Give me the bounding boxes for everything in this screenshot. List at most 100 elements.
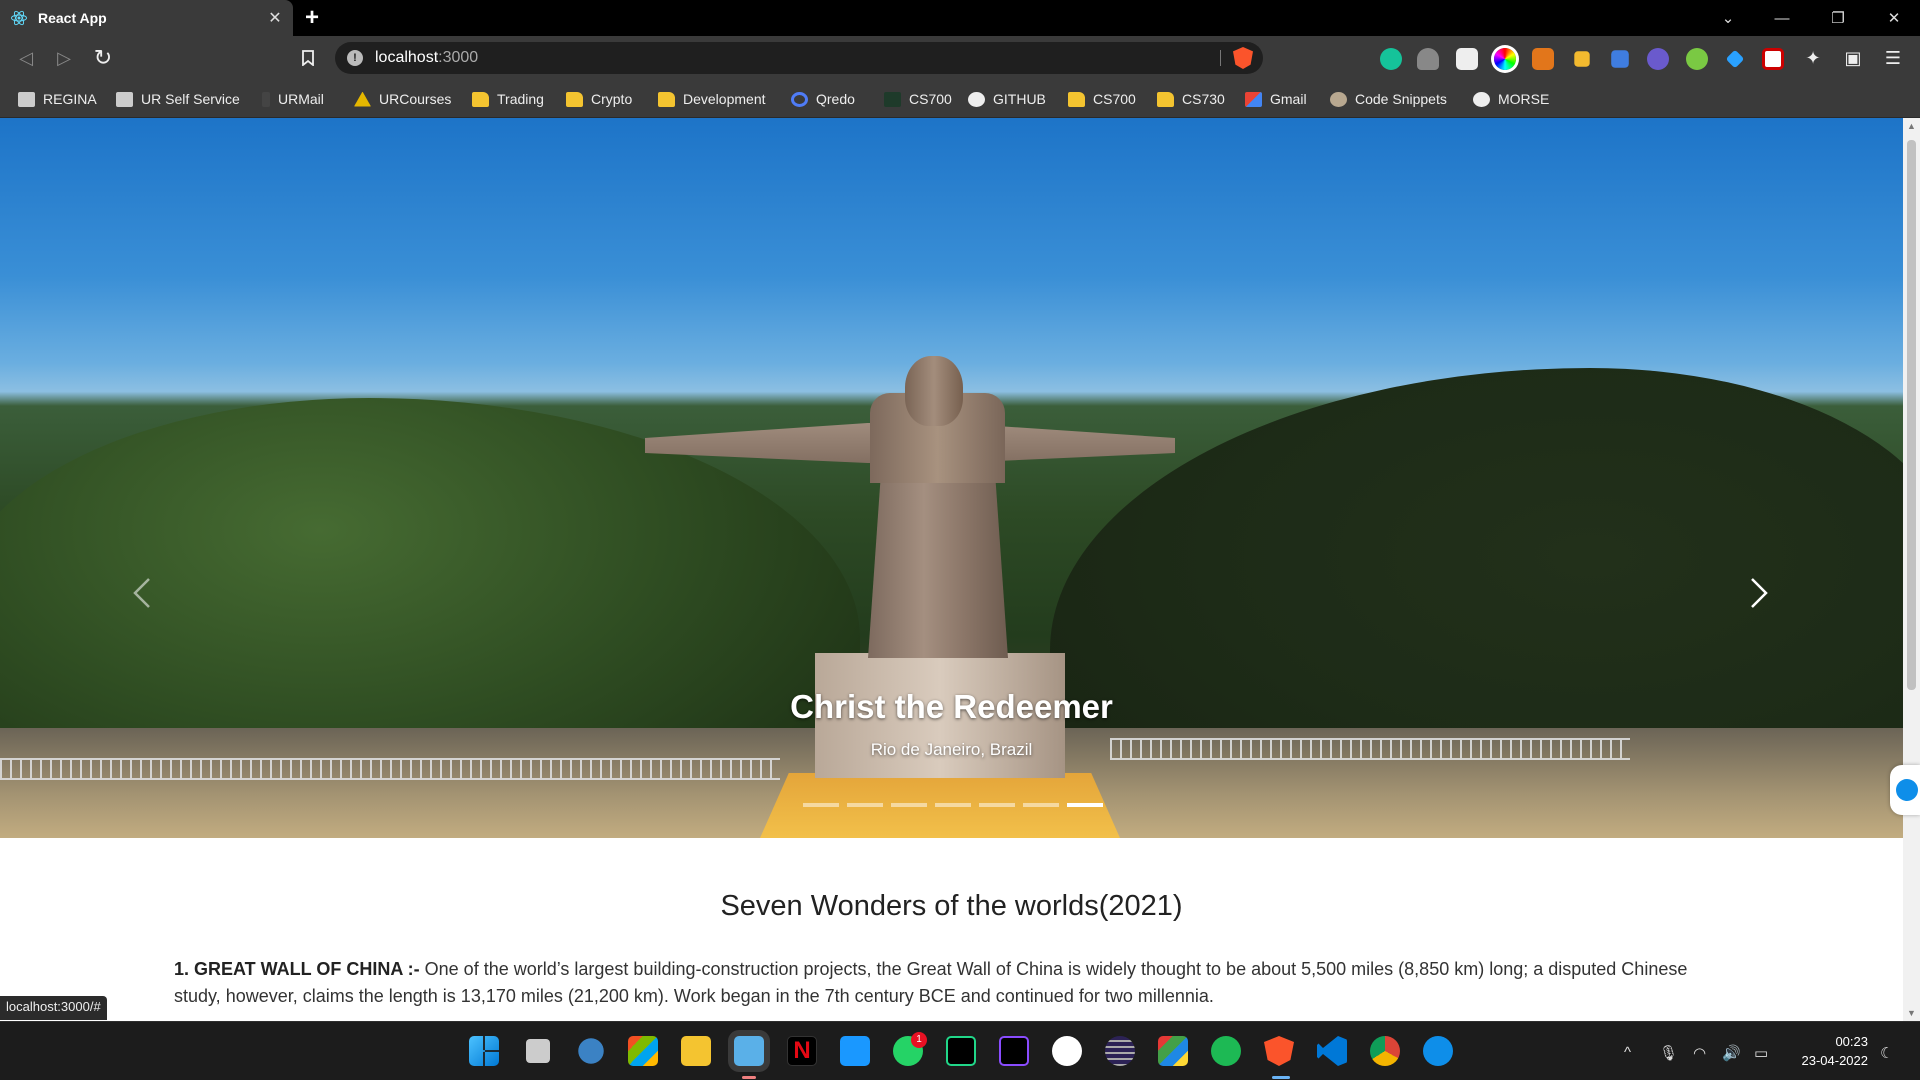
bookmark-code-snippets[interactable]: Code Snippets <box>1330 88 1447 110</box>
site-info-icon[interactable]: ! <box>347 50 363 66</box>
grammarly-extension-icon[interactable] <box>1380 48 1402 70</box>
wallet-icon[interactable]: ▣ <box>1839 44 1867 72</box>
extension-icon[interactable] <box>1762 48 1784 70</box>
tab-close-icon[interactable]: ✕ <box>267 8 283 28</box>
wonder-paragraph: 1. GREAT WALL OF CHINA :- One of the wor… <box>174 956 1734 1010</box>
teamviewer-icon[interactable] <box>1423 1036 1453 1066</box>
bookmark-regina[interactable]: REGINA <box>18 88 97 110</box>
extension-icon[interactable] <box>1611 50 1629 68</box>
tab-search-chevron-icon[interactable]: ⌄ <box>1706 0 1750 36</box>
task-view-icon[interactable] <box>526 1039 550 1063</box>
prime-video-icon[interactable] <box>840 1036 870 1066</box>
file-explorer-folder-icon[interactable] <box>681 1036 711 1066</box>
wifi-icon[interactable]: ◠ <box>1693 1044 1706 1062</box>
bookmark-qredo[interactable]: Qredo <box>791 88 855 110</box>
brave-browser-icon[interactable] <box>1264 1036 1294 1066</box>
remote-desktop-icon[interactable] <box>734 1036 764 1066</box>
bookmark-morse[interactable]: MORSE <box>1473 88 1549 110</box>
volume-icon[interactable]: 🔊 <box>1722 1044 1741 1062</box>
metamask-extension-icon[interactable] <box>1532 48 1554 70</box>
address-bar-divider <box>1220 50 1221 66</box>
bookmark-urmail[interactable]: URMail <box>262 88 324 110</box>
minimize-button[interactable]: — <box>1760 0 1804 36</box>
link-status-bubble: localhost:3000/# <box>0 996 107 1020</box>
carousel-prev-chevron-icon[interactable] <box>123 573 163 613</box>
binance-extension-icon[interactable] <box>1574 51 1590 67</box>
bookmark-folder-cs730[interactable]: CS730 <box>1157 88 1225 110</box>
settings-gear-icon[interactable] <box>578 1038 604 1064</box>
forward-button[interactable]: ▷ <box>50 44 78 72</box>
microsoft-store-icon[interactable] <box>628 1036 658 1066</box>
notifications-moon-icon[interactable]: ☾ <box>1880 1044 1893 1062</box>
carousel-caption-subtitle: Rio de Janeiro, Brazil <box>870 740 1033 759</box>
bookmark-github[interactable]: GITHUB <box>968 88 1046 110</box>
pycharm-icon[interactable] <box>946 1036 976 1066</box>
teamviewer-side-widget[interactable] <box>1890 765 1920 815</box>
clock-time: 00:23 <box>1835 1034 1868 1049</box>
scroll-down-arrow-icon[interactable]: ▼ <box>1903 1005 1920 1021</box>
carousel-indicator[interactable] <box>891 803 927 807</box>
brave-shields-icon[interactable] <box>1233 47 1253 69</box>
carousel-indicator[interactable] <box>979 803 1015 807</box>
carousel-indicator[interactable] <box>935 803 971 807</box>
browser-toolbar: ◁ ▷ ↻ ! localhost:3000 ✦ ▣ ☰ <box>0 36 1920 80</box>
extension-icon[interactable] <box>1417 48 1439 70</box>
color-picker-extension-icon[interactable] <box>1494 48 1516 70</box>
eclipse-icon[interactable] <box>1105 1036 1135 1066</box>
carousel-indicator-active[interactable] <box>1067 803 1103 807</box>
bookmark-folder-trading[interactable]: Trading <box>472 88 544 110</box>
wps-writer-icon[interactable] <box>1052 1036 1082 1066</box>
extension-icon[interactable] <box>1647 48 1669 70</box>
bookmark-cs700[interactable]: CS700 <box>884 88 952 110</box>
urcourses-favicon-icon <box>354 91 371 107</box>
extension-icon[interactable] <box>1725 49 1745 69</box>
carousel-next-chevron-icon[interactable] <box>1738 573 1778 613</box>
vscode-icon[interactable] <box>1317 1036 1347 1066</box>
back-button[interactable]: ◁ <box>12 44 40 72</box>
regina-favicon-icon <box>18 91 35 107</box>
spotify-icon[interactable] <box>1211 1036 1241 1066</box>
chrome-icon[interactable] <box>1370 1036 1400 1066</box>
bookmark-ur-self-service[interactable]: UR Self Service <box>116 88 240 110</box>
carousel-indicator[interactable] <box>1023 803 1059 807</box>
extension-icon[interactable] <box>1686 48 1708 70</box>
microphone-icon[interactable]: 🎙 <box>1659 1044 1678 1062</box>
url-port: :3000 <box>438 49 479 66</box>
whatsapp-notification-badge: 1 <box>911 1032 927 1048</box>
netflix-icon[interactable]: N <box>787 1036 817 1066</box>
bookmark-folder-crypto[interactable]: Crypto <box>566 88 632 110</box>
scroll-up-arrow-icon[interactable]: ▲ <box>1903 118 1920 134</box>
intellij-icon[interactable] <box>999 1036 1029 1066</box>
gmail-icon <box>1245 91 1262 107</box>
start-windows-icon[interactable] <box>469 1036 499 1066</box>
close-window-button[interactable]: ✕ <box>1872 0 1916 36</box>
taskbar-clock[interactable]: 00:23 23-04-2022 <box>1790 1032 1869 1070</box>
carousel-indicator[interactable] <box>847 803 883 807</box>
carousel-image-statue <box>868 458 1008 658</box>
url-host: localhost <box>375 49 439 66</box>
carousel-indicator[interactable] <box>803 803 839 807</box>
show-hidden-icons-chevron-icon[interactable]: ^ <box>1624 1044 1631 1061</box>
ur-favicon-icon <box>116 91 133 107</box>
bookmark-icon[interactable] <box>294 44 322 72</box>
tab-react-app[interactable]: React App ✕ <box>0 0 293 36</box>
menu-icon[interactable]: ☰ <box>1879 44 1907 72</box>
bookmark-folder-cs700[interactable]: CS700 <box>1068 88 1136 110</box>
address-bar[interactable]: ! localhost:3000 <box>335 42 1263 74</box>
bookmark-urcourses[interactable]: URCourses <box>354 88 451 110</box>
app-grid-icon[interactable] <box>1158 1036 1188 1066</box>
scrollbar-thumb[interactable] <box>1907 140 1916 690</box>
hero-carousel[interactable]: Christ the Redeemer Rio de Janeiro, Braz… <box>0 118 1903 838</box>
page-scrollbar[interactable]: ▲ ▼ <box>1903 118 1920 1021</box>
battery-icon[interactable]: ▭ <box>1754 1044 1768 1062</box>
picture-in-picture-extension-icon[interactable] <box>1456 48 1478 70</box>
extensions-puzzle-icon[interactable]: ✦ <box>1799 44 1827 72</box>
folder-icon <box>658 91 675 107</box>
restore-button[interactable]: ❐ <box>1816 0 1860 36</box>
reload-button[interactable]: ↻ <box>89 44 117 72</box>
react-icon <box>11 10 27 26</box>
qredo-favicon-icon <box>791 91 808 107</box>
new-tab-button[interactable]: + <box>305 4 319 32</box>
bookmark-folder-development[interactable]: Development <box>658 88 766 110</box>
bookmark-gmail[interactable]: Gmail <box>1245 88 1307 110</box>
